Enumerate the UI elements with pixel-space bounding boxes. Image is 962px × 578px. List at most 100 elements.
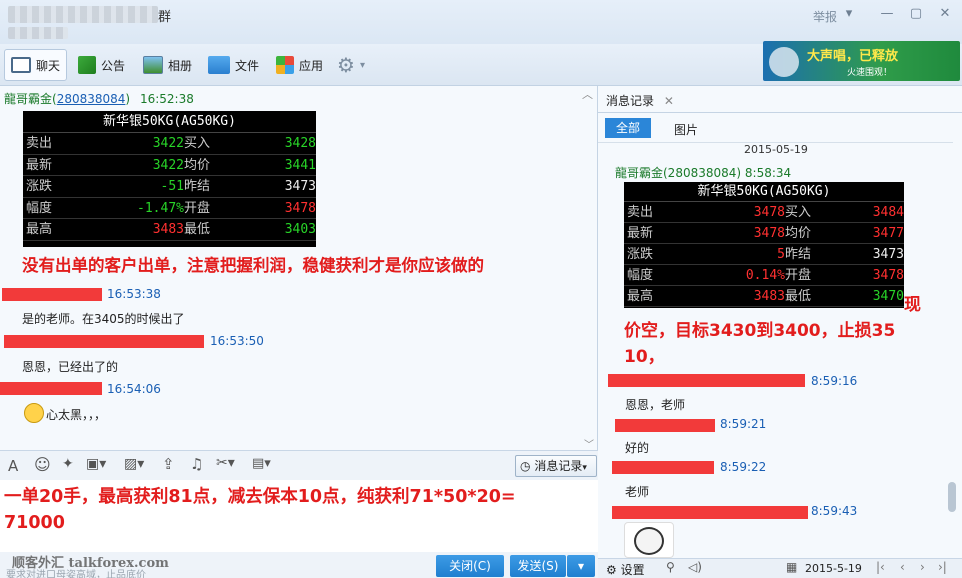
search-icon[interactable]: ⚲ (666, 560, 675, 574)
tab-chat-label: 聊天 (36, 58, 61, 73)
history-red-line-1: 价空，目标3430到3400，止损35 (624, 321, 896, 341)
filter-image-button[interactable]: 图片 (674, 121, 698, 138)
redacted-name (4, 335, 204, 348)
quote-row: 幅度 0.14% 开盘 3478 (624, 265, 904, 286)
last-page-icon[interactable]: ›| (938, 560, 947, 574)
calendar-icon[interactable]: ▦ (786, 560, 797, 574)
menu-icon[interactable]: ▾ (838, 6, 860, 21)
quote-row: 涨跌 -51 昨结 3473 (23, 176, 316, 198)
maximize-icon[interactable]: ▢ (905, 6, 927, 21)
message-text: 恩恩，已经出了的 (22, 360, 119, 374)
history-panel: 消息记录 ✕ 全部 图片 2015-05-19 龍哥霸金(280838084) … (598, 86, 962, 578)
report-link[interactable]: 举报 (813, 8, 837, 25)
redacted-name (2, 288, 102, 301)
history-tab-label: 消息记录 (606, 94, 655, 108)
more-icon[interactable]: ▤▾ (252, 456, 271, 471)
settings-dropdown[interactable]: ⚙ ▾ (337, 52, 365, 78)
quote-row: 卖出 3478 买入 3484 (624, 202, 904, 223)
message-time: 16:53:50 (210, 334, 264, 348)
sender-id-link[interactable]: 280838084 (57, 92, 126, 106)
history-time: 8:59:43 (811, 504, 858, 518)
filter-all-button[interactable]: 全部 (605, 118, 651, 138)
close-button[interactable]: 关闭(C) (436, 555, 504, 577)
quote-row: 涨跌 5 昨结 3473 (624, 244, 904, 265)
scrollbar-thumb[interactable] (948, 482, 956, 512)
font-icon[interactable]: A (8, 457, 18, 475)
group-title-suffix: 群 (158, 10, 172, 25)
tab-album[interactable]: 相册 (143, 52, 192, 78)
quote-row: 最新 3478 均价 3477 (624, 223, 904, 244)
ad-avatar-image (769, 47, 799, 77)
input-text-line-1: 一单20手，最高获利81点，减去保本10点，纯获利71*50*20= (4, 487, 516, 507)
send-options-button[interactable]: ▾ (567, 555, 595, 577)
history-text: 老师 (625, 485, 650, 499)
close-tab-icon[interactable]: ✕ (664, 94, 674, 108)
send-button[interactable]: 发送(S) (510, 555, 566, 577)
speaker-icon[interactable]: ◁) (688, 560, 702, 574)
input-toolbar: A ☺ ✦ ▣▾ ▨▾ ⇪ ♫ ✂▾ ▤▾ ◷ 消息记录▾ (0, 450, 598, 480)
history-button-label: 消息记录 (534, 459, 583, 473)
first-page-icon[interactable]: |‹ (876, 560, 885, 574)
group-title-blurred (8, 6, 158, 23)
prev-page-icon[interactable]: ‹ (900, 560, 905, 574)
quote-row: 最高 3483 最低 3470 (624, 286, 904, 307)
tab-notice[interactable]: 公告 (78, 52, 125, 78)
image-icon[interactable]: ▨▾ (124, 456, 144, 472)
history-text: 好的 (625, 441, 650, 455)
quote-title: 新华银50KG(AG50KG) (624, 182, 904, 202)
history-tab[interactable]: 消息记录 ✕ (606, 90, 674, 112)
tab-chat[interactable]: 聊天 (4, 49, 68, 81)
gear-icon: ⚙ (606, 563, 617, 577)
group-subtitle-blurred (8, 27, 68, 39)
folder-icon (208, 56, 230, 74)
quote-row: 幅度 -1.47% 开盘 3478 (23, 198, 316, 219)
history-quote-panel: 新华银50KG(AG50KG) 卖出 3478 买入 3484 最新 3478 均价 347… (624, 182, 904, 308)
chevron-down-icon: ▾ (577, 559, 585, 573)
history-sender: 龍哥霸金(280838084) 8:58:34 (615, 166, 792, 180)
tab-file[interactable]: 文件 (208, 52, 259, 78)
tab-notice-label: 公告 (101, 58, 126, 73)
message-time: 16:52:38 (139, 92, 194, 106)
sticker-image (624, 522, 674, 558)
minimize-icon[interactable]: — (876, 6, 898, 21)
next-page-icon[interactable]: › (920, 560, 925, 574)
quote-row: 最高 3483 最低 3403 (23, 219, 316, 241)
shake-icon[interactable]: ✦ (62, 456, 74, 472)
history-time: 8:59:22 (720, 460, 767, 474)
bottom-hint: 要求对进口母姿高域，止品底价 (6, 570, 146, 578)
message-text: 是的老师。在3405的时候出了 (22, 312, 185, 326)
ad-banner[interactable]: 大声唱，已释放 火速围观！ (763, 41, 960, 81)
photo-icon (143, 56, 163, 74)
sender-name: 龍哥霸金 (4, 92, 53, 106)
history-footer: ⚙ 设置 ⚲ ◁) ▦ 2015-5-19 |‹ ‹ › ›| (598, 558, 962, 578)
message-input[interactable]: 一单20手，最高获利81点，减去保本10点，纯获利71*50*20= 71000 (0, 480, 598, 552)
upload-icon[interactable]: ⇪ (162, 455, 175, 473)
emoji-face-icon (24, 403, 44, 423)
history-button[interactable]: ◷ 消息记录▾ (515, 455, 597, 477)
apps-grid-icon (276, 56, 294, 74)
redacted-name (615, 419, 715, 432)
history-time: 8:59:21 (720, 417, 767, 431)
history-settings[interactable]: ⚙ 设置 (606, 561, 645, 578)
collapse-down-icon[interactable]: ﹀ (584, 436, 594, 450)
ad-subtitle: 火速围观！ (847, 68, 893, 78)
screenshot-icon[interactable]: ✂▾ (216, 455, 235, 471)
bottom-bar: 顺客外汇 talkforex.com 要求对进口母姿高域，止品底价 关闭(C) … (0, 552, 598, 578)
input-text-line-2: 71000 (4, 513, 65, 533)
clock-icon: ◷ (520, 459, 531, 473)
title-bar: 群 举报 ▾ — ▢ ✕ (0, 0, 962, 44)
ad-headline: 大声唱，已释放 (807, 49, 899, 64)
message-header: 龍哥霸金(280838084) 16:52:38 (4, 92, 194, 106)
quote-title: 新华银50KG(AG50KG) (23, 111, 316, 133)
music-icon[interactable]: ♫ (190, 455, 203, 473)
emoji-icon[interactable]: ☺ (34, 455, 51, 474)
close-icon[interactable]: ✕ (934, 6, 956, 21)
history-red-suffix: 现 (904, 295, 921, 315)
tab-album-label: 相册 (168, 58, 193, 73)
tab-app[interactable]: 应用 (276, 52, 323, 78)
redacted-name (612, 461, 714, 474)
collapse-up-icon[interactable]: ︿ (582, 86, 593, 102)
gift-icon[interactable]: ▣▾ (86, 456, 106, 472)
flag-icon (78, 56, 96, 74)
tab-app-label: 应用 (299, 58, 324, 73)
